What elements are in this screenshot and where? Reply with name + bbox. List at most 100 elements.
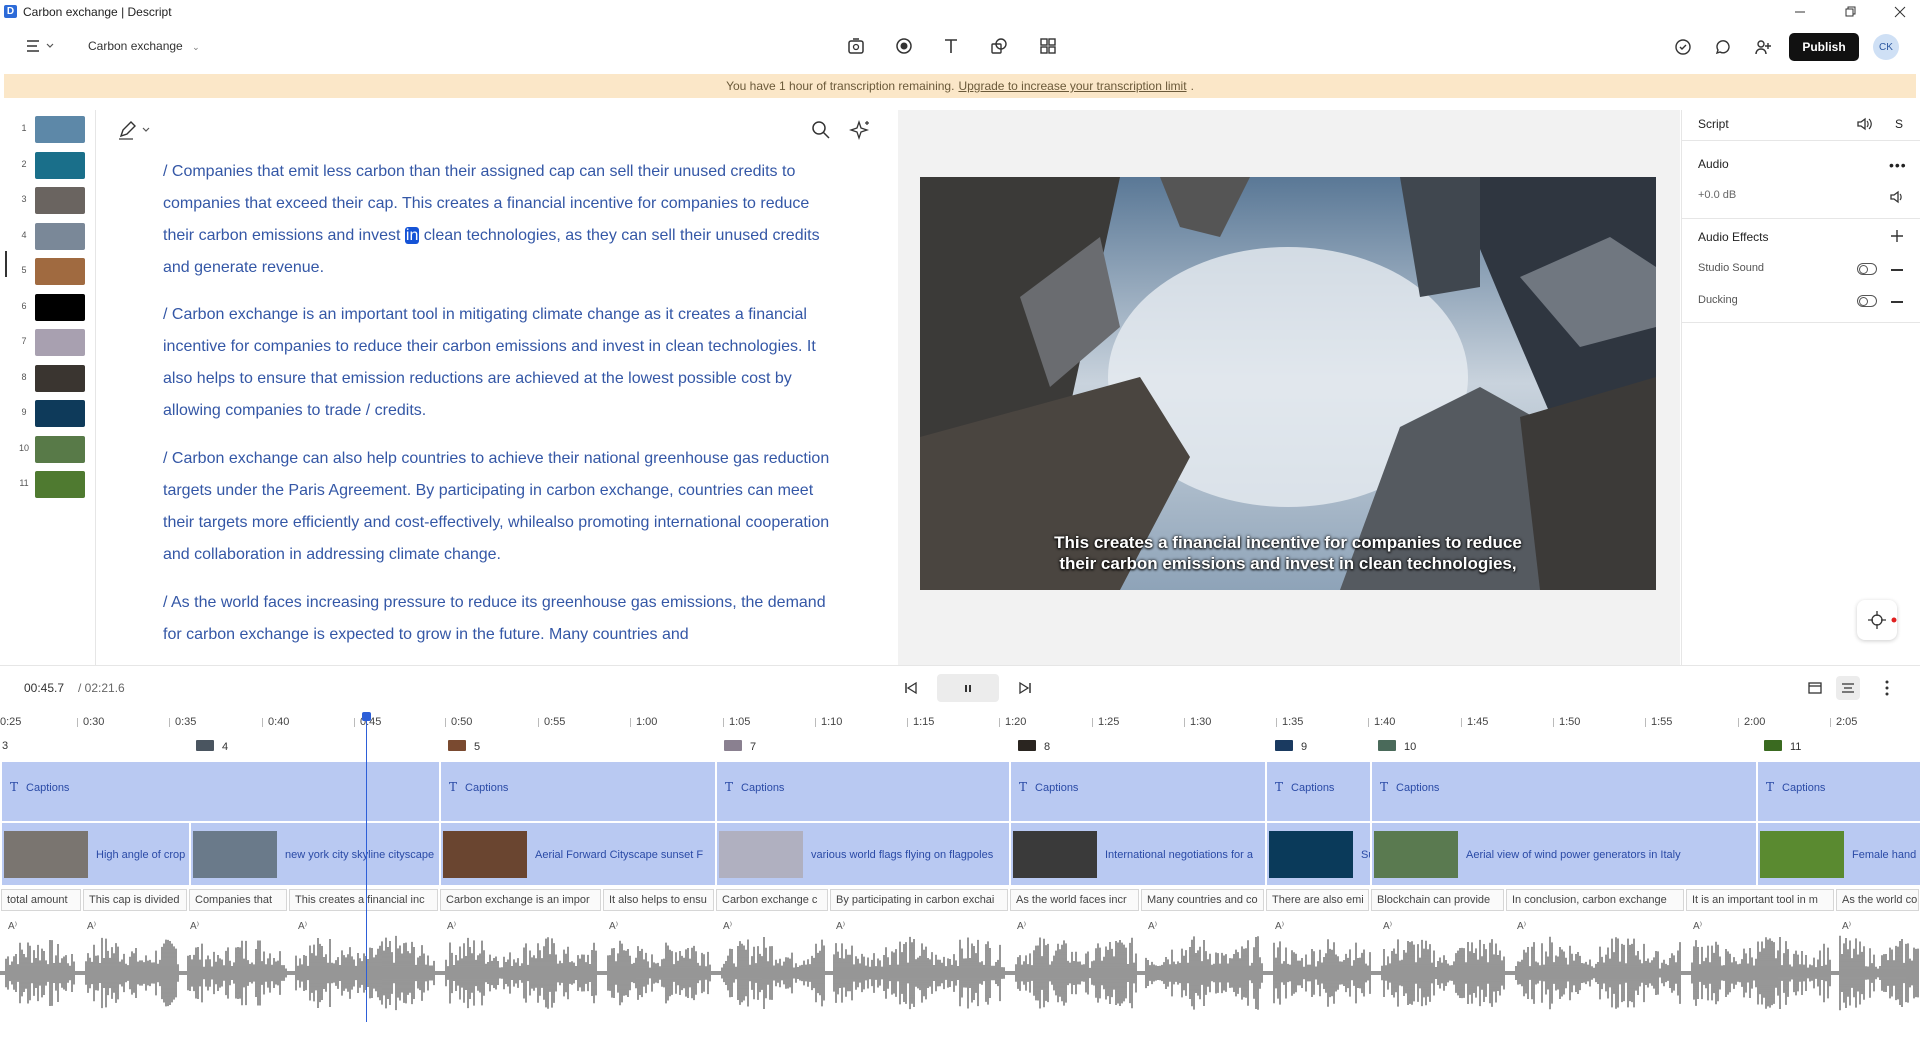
add-effect-icon[interactable] [1890,229,1904,243]
scene-item[interactable]: 11 [0,467,96,499]
word-clip[interactable]: This cap is divided [83,889,187,911]
speaker-marker-icon[interactable]: A⁾ [1017,921,1026,932]
more-options-icon[interactable]: ••• [1889,158,1907,172]
scene-marker[interactable]: 8 [1018,740,1050,753]
script-paragraph[interactable]: / Carbon exchange can also help countrie… [163,443,843,571]
words-track[interactable]: total amount This cap is divided Companies… [0,889,1920,911]
scene-marker[interactable]: 9 [1275,740,1307,753]
scene-item[interactable]: 10 [0,432,96,464]
scene-marker[interactable]: 10 [1378,740,1416,753]
word-clip[interactable]: total amount [1,889,81,911]
studio-sound-toggle[interactable] [1857,263,1877,275]
gain-value[interactable]: +0.0 dB [1698,189,1736,201]
word-clip[interactable]: Carbon exchange c [716,889,828,911]
speaker-marker-icon[interactable]: A⁾ [1275,921,1284,932]
speaker-marker-icon[interactable]: A⁾ [723,921,732,932]
scene-item[interactable]: 4 [0,219,96,251]
caption-clip[interactable]: T Captions [0,762,439,822]
remove-effect-icon[interactable] [1891,269,1903,271]
speaker-marker-icon[interactable]: A⁾ [298,921,307,932]
remove-effect-icon[interactable] [1891,301,1903,303]
video-preview[interactable]: This creates a financial incentive for c… [920,177,1656,590]
skip-back-icon[interactable] [903,681,919,695]
restore-icon[interactable] [1840,2,1860,22]
scene-item[interactable]: 3 [0,183,96,215]
word-clip[interactable]: Many countries and co [1141,889,1264,911]
word-clip[interactable]: Companies that [189,889,287,911]
scene-item[interactable]: 8 [0,361,96,393]
more-vertical-icon[interactable] [1882,679,1892,697]
script-short-label[interactable]: S [1895,117,1903,131]
word-clip[interactable]: Blockchain can provide [1371,889,1504,911]
publish-button[interactable]: Publish [1789,33,1859,61]
caption-clip[interactable]: T Captions [1756,762,1920,822]
scene-item[interactable]: 7 [0,325,96,357]
add-user-icon[interactable] [1749,33,1777,61]
media-track[interactable]: High angle of crop new york city skyline … [0,823,1920,885]
scene-marker[interactable]: 4 [196,740,228,753]
scene-item[interactable]: 5 [0,254,96,286]
scene-marker[interactable]: 5 [448,740,480,753]
word-clip[interactable]: Carbon exchange is an impor [440,889,601,911]
text-tool-icon[interactable] [937,32,965,60]
speaker-marker-icon[interactable]: A⁾ [1517,921,1526,932]
playhead[interactable] [366,712,367,1022]
speaker-marker-icon[interactable]: A⁾ [1383,921,1392,932]
media-clip[interactable]: new york city skyline cityscape [189,823,439,885]
word-clip[interactable]: There are also emi [1266,889,1369,911]
search-icon[interactable] [809,118,833,142]
speaker-icon[interactable] [1855,115,1873,133]
word-clip[interactable]: It is an important tool in m [1686,889,1834,911]
layout-toggle-icon[interactable] [1807,680,1823,696]
avatar[interactable]: CK [1873,34,1899,60]
speaker-marker-icon[interactable]: A⁾ [87,921,96,932]
crosshair-button[interactable] [1857,600,1897,640]
media-clip[interactable]: Su [1265,823,1370,885]
scene-item[interactable]: 6 [0,290,96,322]
word-clip[interactable]: It also helps to ensu [603,889,714,911]
ducking-toggle[interactable] [1857,295,1877,307]
captions-track[interactable]: T Captions T Captions T Captions T Captions T Cap… [0,762,1920,822]
media-clip[interactable]: International negotiations for a [1009,823,1265,885]
speaker-marker-icon[interactable]: A⁾ [447,921,456,932]
align-icon[interactable] [1836,676,1860,700]
caption-clip[interactable]: T Captions [1009,762,1265,822]
pen-tool-icon[interactable] [117,118,157,142]
scene-item[interactable]: 9 [0,396,96,428]
media-clip[interactable]: various world flags flying on flagpoles [715,823,1009,885]
media-clip[interactable]: High angle of crop [0,823,189,885]
caption-clip[interactable]: T Captions [1370,762,1756,822]
caption-clip[interactable]: T Captions [439,762,715,822]
skip-forward-icon[interactable] [1017,681,1033,695]
word-cursor-highlight[interactable]: in [404,227,420,244]
menu-icon[interactable] [20,32,60,60]
scene-icon[interactable] [842,32,870,60]
grid-layout-icon[interactable] [1034,32,1062,60]
scene-marker[interactable]: 11 [1764,740,1801,753]
shapes-icon[interactable] [985,32,1013,60]
media-clip[interactable]: Aerial view of wind power generators in … [1370,823,1756,885]
word-clip[interactable]: As the world faces incr [1010,889,1139,911]
speaker-marker-icon[interactable]: A⁾ [1693,921,1702,932]
playhead-handle[interactable] [362,712,371,721]
timeline-ruler[interactable]: 0:25 0:30 0:35 0:40 0:45 0:50 0:55 1:00 1:05 1:10… [0,712,1920,732]
upgrade-link[interactable]: Upgrade to increase your transcription l… [958,79,1186,93]
speaker-marker-icon[interactable]: A⁾ [609,921,618,932]
script-paragraph[interactable]: / Carbon exchange is an important tool i… [163,299,843,427]
close-icon[interactable] [1890,2,1910,22]
speaker-marker-icon[interactable]: A⁾ [1148,921,1157,932]
media-clip[interactable]: Aerial Forward Cityscape sunset F [439,823,715,885]
audio-waveform-track[interactable]: A⁾ A⁾ A⁾ A⁾ A⁾ A⁾ A⁾ A⁾ A⁾ A⁾ A⁾ A⁾ A⁾ A⁾ A⁾ [0,913,1920,1023]
script-paragraph[interactable]: / As the world faces increasing pressure… [163,587,843,651]
minimize-icon[interactable] [1790,2,1810,22]
comment-icon[interactable] [1709,33,1737,61]
ai-sparkle-icon[interactable] [848,118,873,142]
word-clip[interactable]: By participating in carbon exchai [830,889,1008,911]
word-clip[interactable]: As the world co [1836,889,1919,911]
speaker-marker-icon[interactable]: A⁾ [836,921,845,932]
scene-item[interactable]: 1 [0,112,96,144]
scene-item[interactable]: 2 [0,148,96,180]
scene-marker[interactable]: 3 [2,740,8,752]
scene-marker[interactable]: 7 [724,740,756,753]
project-name-dropdown[interactable]: Carbon exchange ⌄ [88,39,200,53]
